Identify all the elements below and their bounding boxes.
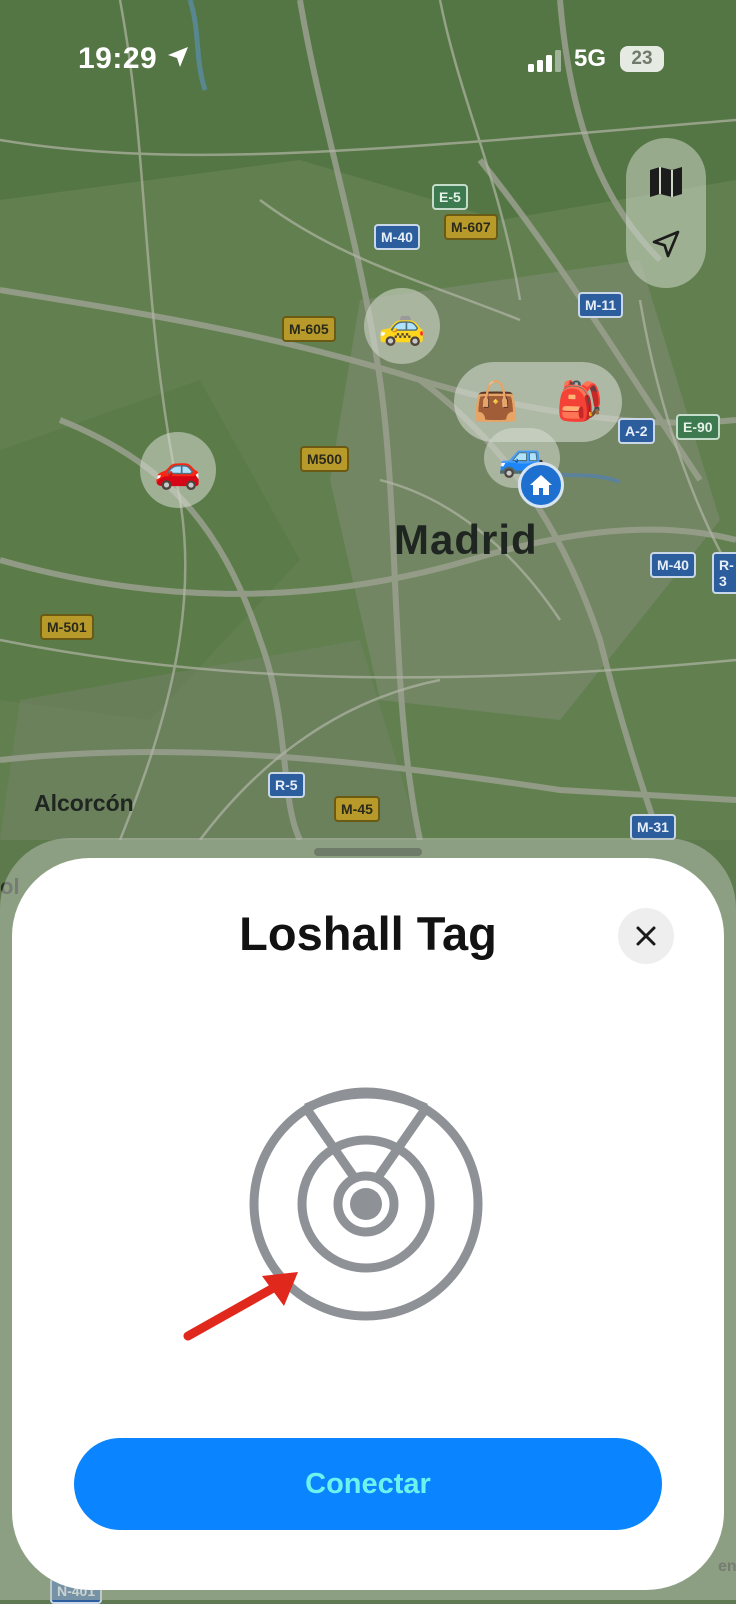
home-icon bbox=[530, 475, 552, 495]
taxi-icon: 🚕 bbox=[378, 305, 426, 347]
status-bar: 19:29 5G 23 bbox=[0, 0, 736, 120]
close-icon bbox=[636, 926, 656, 946]
road-label: R-3 bbox=[712, 552, 736, 594]
handbag-icon: 👜 bbox=[472, 381, 520, 423]
road-label: A-2 bbox=[618, 418, 655, 444]
home-location-pin[interactable] bbox=[518, 462, 564, 508]
connect-button[interactable]: Conectar bbox=[74, 1438, 662, 1530]
town-label-alcorcon: Alcorcón bbox=[34, 790, 134, 816]
city-label-madrid: Madrid bbox=[394, 516, 538, 563]
sheet-grabber[interactable] bbox=[314, 848, 422, 856]
network-type: 5G bbox=[574, 45, 607, 72]
road-label: M-607 bbox=[444, 214, 498, 240]
red-car-icon: 🚗 bbox=[154, 449, 202, 491]
road-label: M500 bbox=[300, 446, 350, 472]
road-label: M-31 bbox=[630, 814, 676, 840]
pairing-sheet: Loshall Tag Conectar bbox=[12, 858, 724, 1590]
location-arrow-icon bbox=[652, 230, 680, 258]
map-controls bbox=[626, 138, 706, 288]
location-arrow-icon bbox=[168, 47, 188, 67]
road-label: E-5 bbox=[432, 184, 468, 210]
road-label: M-11 bbox=[578, 292, 624, 318]
map-mode-button[interactable] bbox=[646, 162, 686, 202]
close-button[interactable] bbox=[618, 908, 674, 964]
locate-button[interactable] bbox=[646, 224, 686, 264]
cellular-signal-icon bbox=[528, 50, 561, 72]
status-time: 19:29 bbox=[78, 42, 158, 75]
item-pin-red-car[interactable]: 🚗 bbox=[140, 432, 216, 508]
battery-indicator: 23 bbox=[620, 46, 664, 72]
road-label: M-45 bbox=[334, 796, 380, 822]
road-label: E-90 bbox=[676, 414, 720, 440]
item-pin-taxi[interactable]: 🚕 bbox=[364, 288, 440, 364]
red-arrow-annotation bbox=[183, 1272, 298, 1341]
road-label: M-40 bbox=[650, 552, 696, 578]
backpack-icon: 🎒 bbox=[556, 381, 604, 423]
road-label: M-605 bbox=[282, 316, 336, 342]
map-icon bbox=[650, 167, 682, 197]
road-label: M-40 bbox=[374, 224, 420, 250]
road-label: R-5 bbox=[268, 772, 305, 798]
road-label: M-501 bbox=[40, 614, 94, 640]
